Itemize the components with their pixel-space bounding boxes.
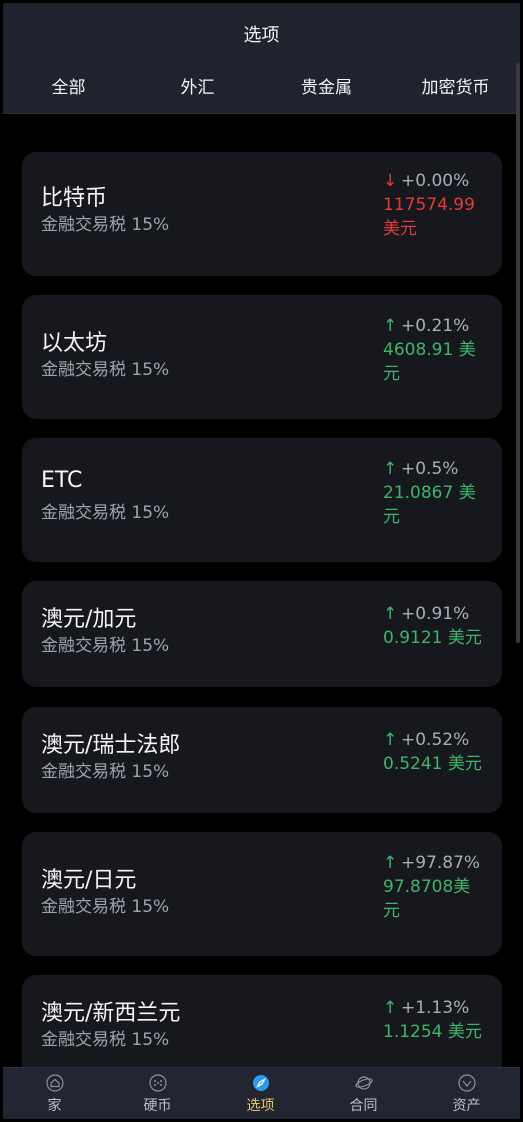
home-icon [45, 1074, 64, 1092]
nav-item-contracts[interactable]: 合同 [312, 1074, 415, 1118]
price-line-2: 美元 [383, 219, 417, 239]
arrow-up-icon: ↑ [383, 730, 398, 750]
asset-name: 澳元/加元 [41, 607, 137, 632]
list-item[interactable]: 澳元/瑞士法郎 金融交易税 15% ↑ +0.52% 0.5241 美元 [22, 707, 502, 813]
price-line-1: 117574.99 [383, 195, 475, 215]
change-percent: ↑ +0.5% [383, 459, 459, 479]
arrow-up-icon: ↑ [383, 459, 398, 479]
change-percent: ↑ +0.91% [383, 604, 470, 624]
category-tabs: 全部 外汇 贵金属 加密货币 [3, 73, 520, 103]
tax-label: 金融交易税 15% [41, 897, 170, 917]
list-item[interactable]: 以太坊 金融交易税 15% ↑ +0.21% 4608.91 美 元 [22, 295, 502, 419]
price-line-2: 元 [383, 901, 400, 921]
change-percent: ↑ +0.52% [383, 730, 470, 750]
price-line-1: 0.5241 美元 [383, 754, 482, 774]
tab-precious-metals[interactable]: 贵金属 [262, 73, 391, 98]
nav-item-home[interactable]: 家 [3, 1074, 106, 1118]
scrollbar[interactable] [516, 63, 520, 643]
nav-item-assets[interactable]: 资产 [415, 1074, 518, 1118]
planet-icon [354, 1076, 373, 1090]
price-line-1: 4608.91 美 [383, 340, 476, 360]
price-line-1: 97.8708美 [383, 877, 471, 897]
price-block: ↑ +0.5% 21.0867 美 元 [383, 457, 493, 529]
nav-label: 选项 [246, 1098, 275, 1114]
wallet-icon [457, 1074, 476, 1092]
price-block: ↑ +0.91% 0.9121 美元 [383, 602, 493, 650]
page-title: 选项 [243, 25, 280, 46]
list-item[interactable]: ETC 金融交易税 15% ↑ +0.5% 21.0867 美 元 [22, 438, 502, 562]
asset-name: 比特币 [41, 186, 108, 211]
asset-name: 澳元/瑞士法郎 [41, 733, 181, 758]
nav-label: 资产 [452, 1098, 481, 1114]
price-block: ↓ +0.00% 117574.99 美元 [383, 169, 493, 241]
list-item[interactable]: 澳元/日元 金融交易税 15% ↑ +97.87% 97.8708美 元 [22, 832, 502, 956]
price-line-1: 1.1254 美元 [383, 1022, 482, 1042]
list-item[interactable]: 澳元/加元 金融交易税 15% ↑ +0.91% 0.9121 美元 [22, 581, 502, 687]
tax-label: 金融交易税 15% [41, 503, 170, 523]
price-block: ↑ +97.87% 97.8708美 元 [383, 851, 493, 923]
arrow-down-icon: ↓ [383, 171, 398, 191]
asset-name: 澳元/日元 [41, 868, 137, 893]
price-line-1: 21.0867 美 [383, 483, 476, 503]
tax-label: 金融交易税 15% [41, 1030, 170, 1050]
nav-label: 合同 [349, 1098, 378, 1114]
nav-label: 硬币 [143, 1098, 172, 1114]
change-percent: ↑ +97.87% [383, 853, 481, 873]
list-item[interactable]: 比特币 金融交易税 15% ↓ +0.00% 117574.99 美元 [22, 152, 502, 276]
price-block: ↑ +0.21% 4608.91 美 元 [383, 314, 493, 386]
arrow-up-icon: ↑ [383, 998, 398, 1018]
tab-all[interactable]: 全部 [4, 73, 133, 98]
change-percent: ↑ +0.21% [383, 316, 470, 336]
asset-name: 澳元/新西兰元 [41, 1001, 181, 1026]
tax-label: 金融交易税 15% [41, 215, 170, 235]
coin-icon [148, 1074, 167, 1092]
nav-item-coins[interactable]: 硬币 [106, 1074, 209, 1118]
tax-label: 金融交易税 15% [41, 360, 170, 380]
tax-label: 金融交易税 15% [41, 762, 170, 782]
asset-name: 以太坊 [41, 331, 108, 356]
price-line-2: 元 [383, 507, 400, 527]
price-line-2: 元 [383, 364, 400, 384]
price-line-1: 0.9121 美元 [383, 628, 482, 648]
tax-label: 金融交易税 15% [41, 636, 170, 656]
top-header: 选项 全部 外汇 贵金属 加密货币 [3, 3, 520, 114]
arrow-up-icon: ↑ [383, 853, 398, 873]
app-frame: 选项 全部 外汇 贵金属 加密货币 比特币 金融交易税 15% ↓ +0.00% … [3, 3, 520, 1119]
price-block: ↑ +1.13% 1.1254 美元 [383, 996, 493, 1044]
list-item[interactable]: 澳元/新西兰元 金融交易税 15% ↑ +1.13% 1.1254 美元 [22, 975, 502, 1067]
nav-item-options[interactable]: 选项 [209, 1074, 312, 1118]
tab-crypto[interactable]: 加密货币 [391, 73, 520, 98]
price-block: ↑ +0.52% 0.5241 美元 [383, 728, 493, 776]
nav-label: 家 [47, 1098, 62, 1114]
options-list: 比特币 金融交易税 15% ↓ +0.00% 117574.99 美元 以太坊 金… [3, 114, 520, 1067]
change-percent: ↑ +1.13% [383, 998, 470, 1018]
change-percent: ↓ +0.00% [383, 171, 470, 191]
tab-forex[interactable]: 外汇 [133, 73, 262, 98]
asset-name: ETC [41, 468, 83, 493]
bottom-nav: 家 硬币 选项 合同 资产 [3, 1067, 520, 1119]
arrow-up-icon: ↑ [383, 316, 398, 336]
arrow-up-icon: ↑ [383, 604, 398, 624]
compass-icon [252, 1075, 269, 1091]
